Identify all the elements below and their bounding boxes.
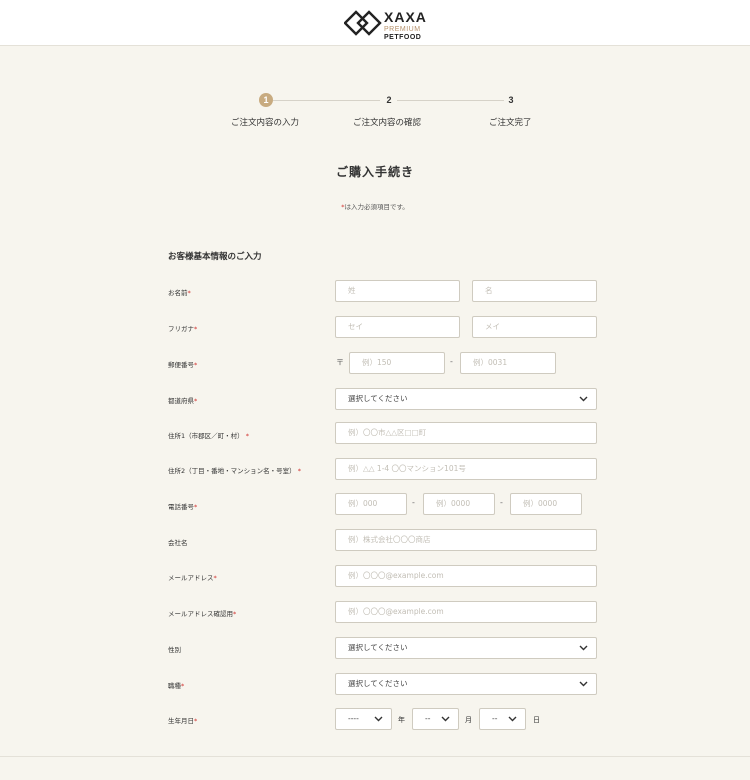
phone-first-input[interactable]: 例）000 (335, 493, 407, 515)
step-1-label: ご注文内容の入力 (231, 118, 300, 128)
name-label: お名前* (168, 289, 191, 297)
postal-second-input[interactable]: 例）0031 (460, 352, 556, 374)
phone-dash-2: - (500, 498, 503, 507)
postal-first-input[interactable]: 例）150 (349, 352, 445, 374)
email-input[interactable]: 例）〇〇〇@example.com (335, 565, 597, 587)
section-divider (0, 756, 750, 757)
birthday-label: 生年月日* (168, 717, 198, 725)
phone-label: 電話番号* (168, 503, 198, 511)
step-connector-2 (397, 100, 504, 101)
phone-third-input[interactable]: 例）0000 (510, 493, 582, 515)
step-1-number: 1 (259, 93, 273, 107)
birth-day-select[interactable]: -- (479, 708, 526, 730)
gender-label: 性別 (168, 646, 181, 654)
logo-mark-icon (344, 10, 382, 36)
section-title: お客様基本情報のご入力 (168, 252, 262, 262)
chevron-down-icon (441, 716, 450, 722)
email-label: メールアドレス* (168, 574, 217, 582)
first-name-kana-input[interactable]: メイ (472, 316, 597, 338)
brand-name: XAXA (384, 9, 427, 25)
step-connector-1 (273, 100, 380, 101)
phone-second-input[interactable]: 例）0000 (423, 493, 495, 515)
last-name-kana-input[interactable]: セイ (335, 316, 460, 338)
chevron-down-icon (374, 716, 383, 722)
prefecture-label: 都道府県* (168, 397, 198, 405)
birth-day-suffix: 日 (533, 716, 540, 724)
step-3-number: 3 (508, 95, 514, 105)
step-3-label: ご注文完了 (489, 118, 532, 128)
brand-line1: PREMIUM (384, 26, 421, 33)
prefecture-select[interactable]: 選択してください (335, 388, 597, 410)
chevron-down-icon (579, 645, 588, 651)
address1-label: 住所1（市郡区／町・村） * (168, 432, 249, 440)
last-name-input[interactable]: 姓 (335, 280, 460, 302)
address2-input[interactable]: 例）△△ 1-4 〇〇マンション101号 (335, 458, 597, 480)
postal-dash: - (450, 357, 453, 366)
company-input[interactable]: 例）株式会社〇〇〇商店 (335, 529, 597, 551)
chevron-down-icon (508, 716, 517, 722)
postal-mark: 〒 (336, 358, 344, 367)
birth-year-select[interactable]: ---- (335, 708, 392, 730)
gender-select[interactable]: 選択してください (335, 637, 597, 659)
required-note: *は入力必須項目です。 (0, 201, 750, 211)
postal-label: 郵便番号* (168, 361, 198, 369)
birth-month-select[interactable]: -- (412, 708, 459, 730)
step-2-label: ご注文内容の確認 (353, 118, 422, 128)
birth-month-suffix: 月 (465, 716, 472, 724)
occupation-select[interactable]: 選択してください (335, 673, 597, 695)
chevron-down-icon (579, 396, 588, 402)
occupation-label: 職種* (168, 682, 185, 690)
step-2-number: 2 (386, 95, 392, 105)
birth-year-suffix: 年 (398, 716, 405, 724)
address1-input[interactable]: 例）〇〇市△△区□□町 (335, 422, 597, 444)
brand-line2: PETFOOD (384, 34, 422, 41)
address2-label: 住所2（丁目・番地・マンション名・号室） * (168, 467, 301, 475)
email-confirm-input[interactable]: 例）〇〇〇@example.com (335, 601, 597, 623)
kana-label: フリガナ* (168, 325, 198, 333)
brand-logo[interactable]: XAXA PREMIUM PETFOOD (344, 8, 434, 41)
phone-dash-1: - (412, 498, 415, 507)
chevron-down-icon (579, 681, 588, 687)
email-confirm-label: メールアドレス確認用* (168, 610, 237, 618)
required-note-text: は入力必須項目です。 (344, 203, 409, 211)
first-name-input[interactable]: 名 (472, 280, 597, 302)
page-title: ご購入手続き (335, 165, 414, 179)
company-label: 会社名 (168, 539, 188, 547)
site-header: XAXA PREMIUM PETFOOD (0, 0, 750, 46)
